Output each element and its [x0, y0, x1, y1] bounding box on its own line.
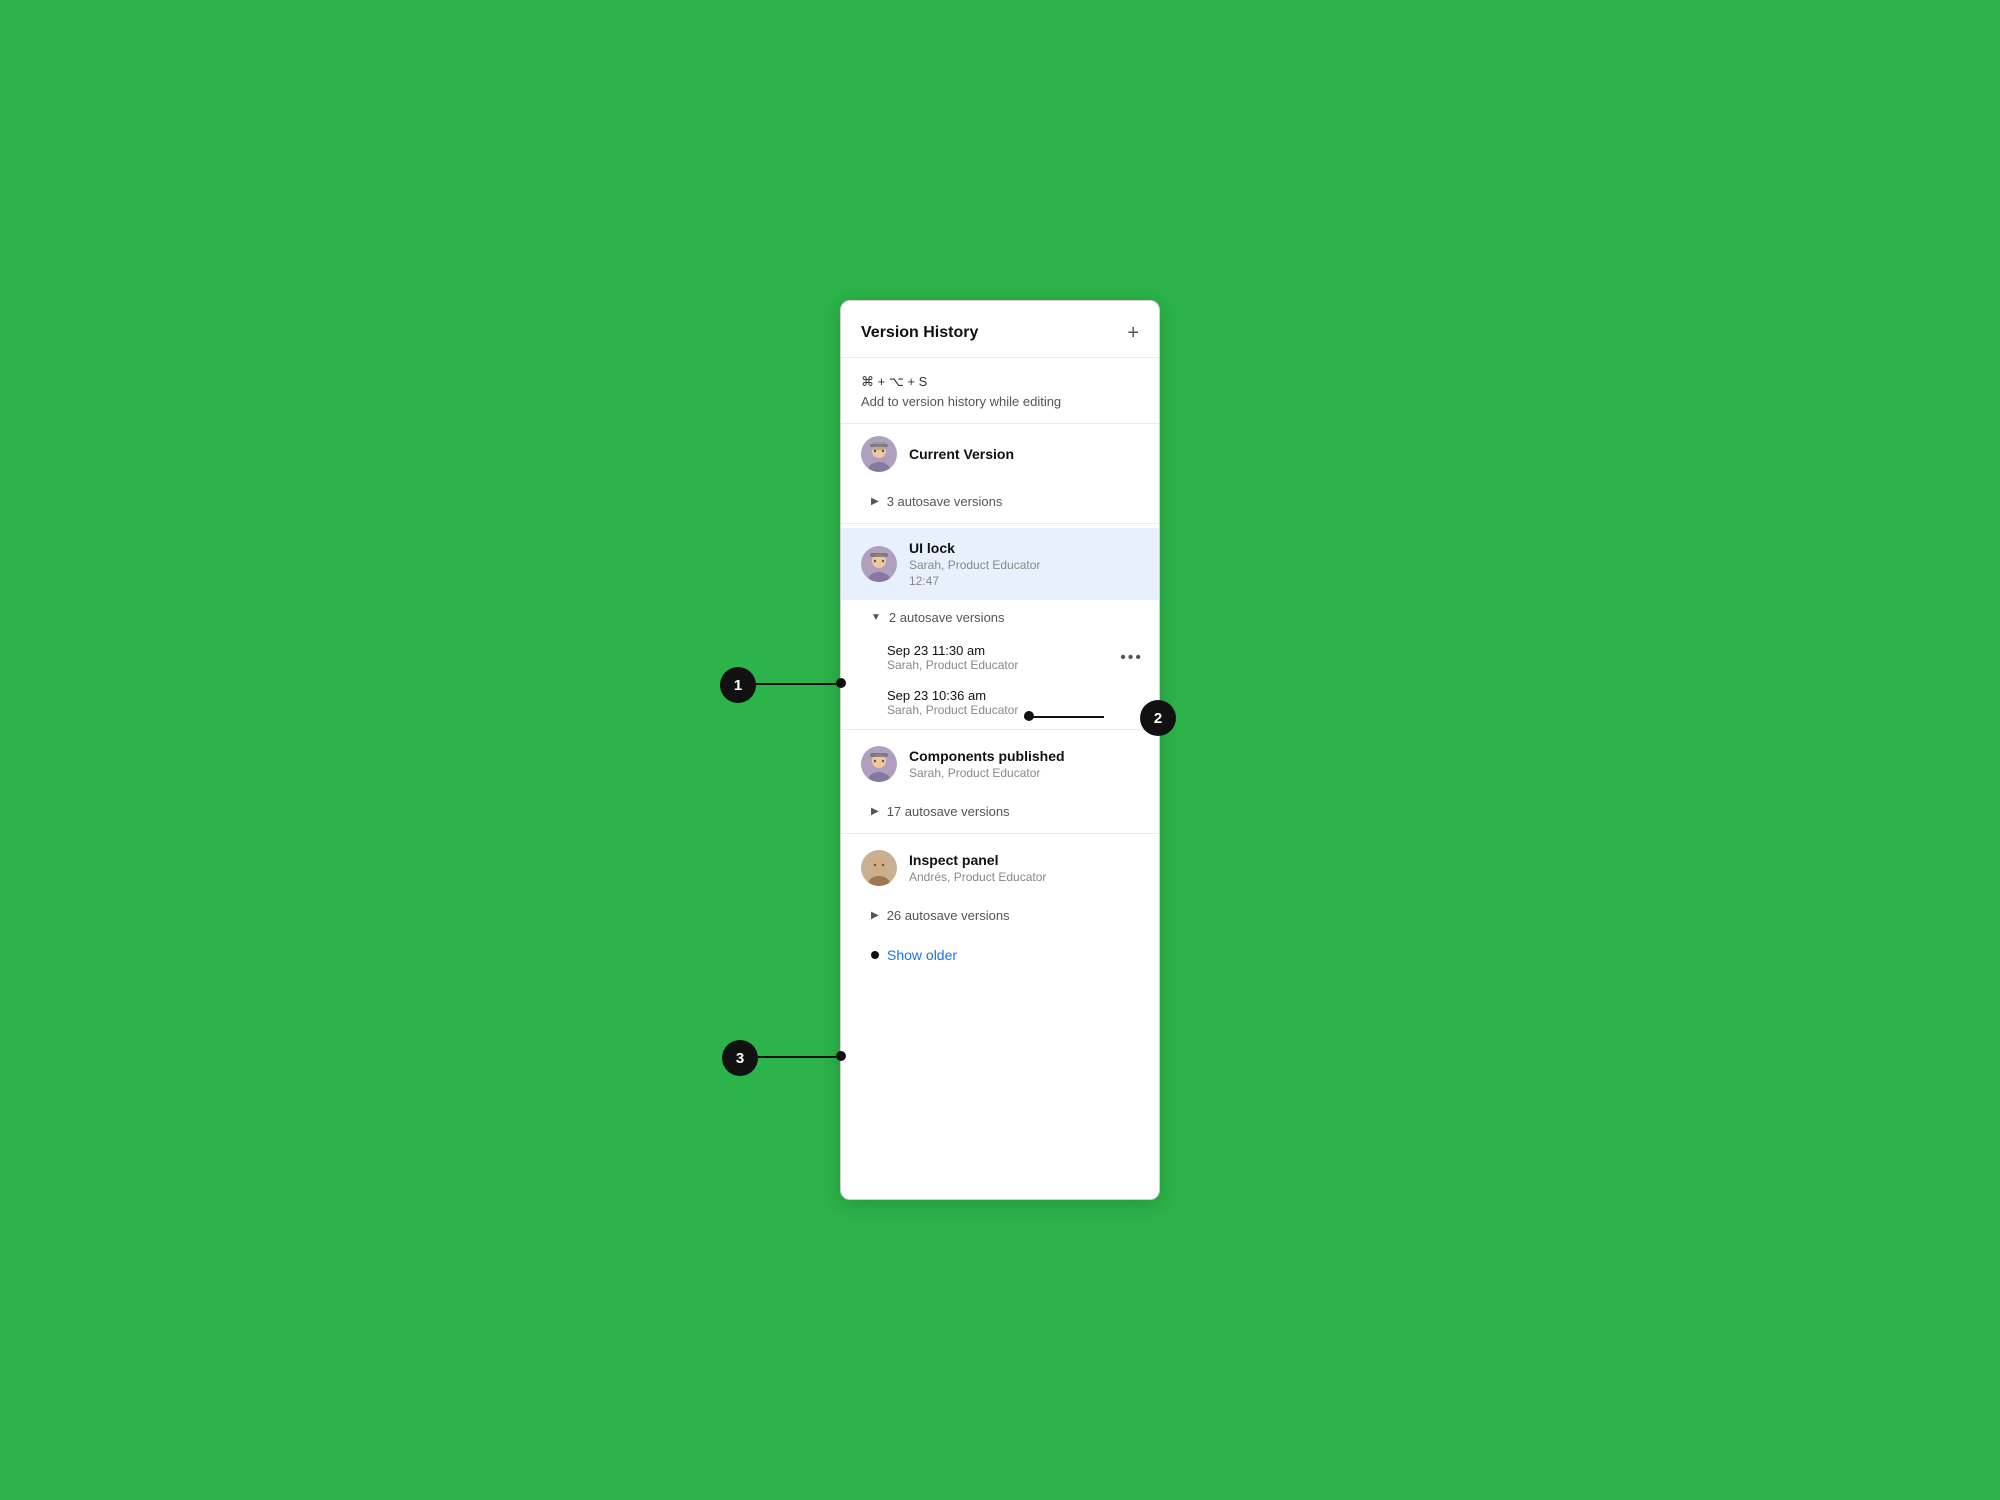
version-item-inspect[interactable]: Inspect panel Andrés, Product Educator — [841, 838, 1159, 898]
uilock-version-time: 12:47 — [909, 574, 1139, 588]
sub-item-1[interactable]: Sep 23 11:30 am Sarah, Product Educator … — [841, 635, 1159, 680]
autosave-label-4: 26 autosave versions — [887, 908, 1010, 923]
sub-item-2[interactable]: Sep 23 10:36 am Sarah, Product Educator — [841, 680, 1159, 725]
sub-item-2-date: Sep 23 10:36 am — [887, 688, 1139, 703]
annotation-line-3 — [758, 1056, 836, 1058]
collapse-triangle-4: ▶ — [871, 910, 879, 921]
sub-item-1-date: Sep 23 11:30 am — [887, 643, 1139, 658]
autosave-label-1: 3 autosave versions — [887, 494, 1003, 509]
show-older-row: Show older — [841, 933, 1159, 983]
collapse-triangle-3: ▶ — [871, 806, 879, 817]
avatar-current — [861, 436, 897, 472]
version-list: Current Version ▶ 3 autosave versions — [841, 424, 1159, 983]
annotation-bubble-3: 3 — [722, 1040, 758, 1076]
annotation-dot-2 — [1024, 711, 1034, 721]
divider-3 — [841, 833, 1159, 834]
avatar-inspect — [861, 850, 897, 886]
divider-2 — [841, 729, 1159, 730]
annotation-bubble-2: 2 — [1140, 700, 1176, 736]
panel-header: Version History + — [841, 301, 1159, 358]
autosave-row-1[interactable]: ▶ 3 autosave versions — [841, 484, 1159, 519]
components-version-author: Sarah, Product Educator — [909, 766, 1139, 780]
components-version-name: Components published — [909, 748, 1139, 764]
current-version-name: Current Version — [909, 446, 1139, 462]
show-older-dot — [871, 951, 879, 959]
divider-1 — [841, 523, 1159, 524]
components-version-info: Components published Sarah, Product Educ… — [909, 748, 1139, 780]
annotation-line-1 — [756, 683, 836, 685]
inspect-version-info: Inspect panel Andrés, Product Educator — [909, 852, 1139, 884]
inspect-version-name: Inspect panel — [909, 852, 1139, 868]
version-item-current[interactable]: Current Version — [841, 424, 1159, 484]
version-history-panel: Version History + ⌘ + ⌥ + S Add to versi… — [840, 300, 1160, 1200]
autosave-row-3[interactable]: ▶ 17 autosave versions — [841, 794, 1159, 829]
autosave-row-4[interactable]: ▶ 26 autosave versions — [841, 898, 1159, 933]
current-version-info: Current Version — [909, 446, 1139, 462]
autosave-label-3: 17 autosave versions — [887, 804, 1010, 819]
shortcut-keys: ⌘ + ⌥ + S — [861, 374, 1139, 390]
collapse-triangle-1: ▶ — [871, 496, 879, 507]
version-item-components[interactable]: Components published Sarah, Product Educ… — [841, 734, 1159, 794]
avatar-components — [861, 746, 897, 782]
inspect-version-author: Andrés, Product Educator — [909, 870, 1139, 884]
uilock-version-name: UI lock — [909, 540, 1139, 556]
more-options-button-1[interactable]: ••• — [1120, 649, 1143, 667]
uilock-version-info: UI lock Sarah, Product Educator 12:47 — [909, 540, 1139, 588]
annotation-dot-3 — [836, 1051, 846, 1061]
avatar-uilock — [861, 546, 897, 582]
panel-title: Version History — [861, 324, 978, 342]
version-item-uilock[interactable]: UI lock Sarah, Product Educator 12:47 — [841, 528, 1159, 600]
page-background: Version History + ⌘ + ⌥ + S Add to versi… — [0, 0, 2000, 1500]
sub-item-1-author: Sarah, Product Educator — [887, 658, 1139, 672]
show-older-link[interactable]: Show older — [887, 947, 957, 963]
autosave-label-2: 2 autosave versions — [889, 610, 1005, 625]
annotation-dot-1 — [836, 678, 846, 688]
close-button[interactable]: + — [1127, 323, 1139, 343]
annotation-line-2 — [1024, 716, 1104, 718]
annotation-bubble-1: 1 — [720, 667, 756, 703]
shortcut-description: Add to version history while editing — [861, 394, 1139, 409]
autosave-row-2[interactable]: ▼ 2 autosave versions — [841, 600, 1159, 635]
sub-item-2-author: Sarah, Product Educator — [887, 703, 1139, 717]
shortcut-section: ⌘ + ⌥ + S Add to version history while e… — [841, 358, 1159, 424]
collapse-triangle-2: ▼ — [871, 612, 881, 623]
uilock-version-author: Sarah, Product Educator — [909, 558, 1139, 572]
